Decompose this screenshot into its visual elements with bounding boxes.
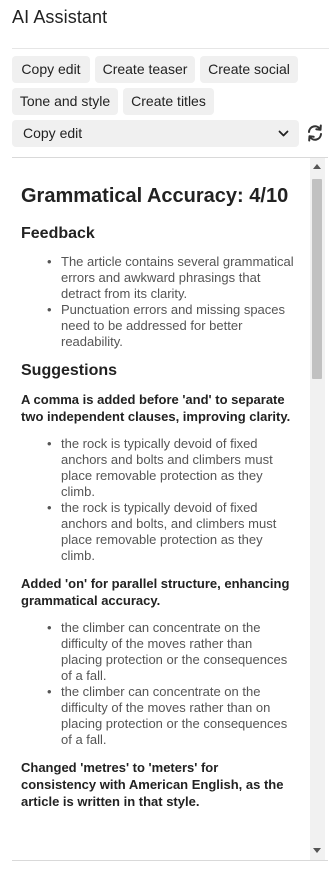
feedback-item: Punctuation errors and missing spaces ne… [47, 302, 297, 350]
refresh-icon[interactable] [305, 123, 325, 143]
feedback-list: The article contains several grammatical… [21, 254, 297, 350]
scroll-down-arrow-icon[interactable] [313, 848, 321, 853]
feedback-heading: Feedback [21, 225, 95, 242]
suggestion-title: Added 'on' for parallel structure, enhan… [21, 576, 290, 608]
header-divider [12, 48, 329, 49]
copy-edit-button[interactable]: Copy edit [12, 56, 90, 83]
mode-select-value: Copy edit [23, 125, 83, 141]
tone-and-style-button[interactable]: Tone and style [12, 88, 118, 115]
suggestion-item: the climber can concentrate on the diffi… [47, 620, 297, 684]
chevron-down-icon [278, 130, 289, 137]
feedback-item: The article contains several grammatical… [47, 254, 297, 302]
create-titles-button[interactable]: Create titles [123, 88, 214, 115]
suggestion-title: Changed 'metres' to 'meters' for consist… [21, 760, 284, 809]
result-panel[interactable]: Grammatical Accuracy: 4/10 Feedback The … [12, 158, 326, 860]
suggestion-item: the climber can concentrate on the diffi… [47, 684, 297, 748]
suggestion-list: the climber can concentrate on the diffi… [21, 620, 297, 748]
scrollbar-thumb[interactable] [312, 179, 322, 379]
suggestion-item: the rock is typically devoid of fixed an… [47, 500, 297, 564]
suggestion-title: A comma is added before 'and' to separat… [21, 392, 291, 424]
scroll-up-arrow-icon[interactable] [313, 164, 321, 169]
suggestion-item: the rock is typically devoid of fixed an… [47, 436, 297, 500]
result-heading: Grammatical Accuracy: 4/10 [21, 185, 289, 207]
mode-select[interactable]: Copy edit [12, 120, 299, 147]
result-content: Grammatical Accuracy: 4/10 Feedback The … [21, 182, 297, 821]
create-social-button[interactable]: Create social [200, 56, 298, 83]
result-panel-bottom-border [12, 860, 328, 861]
suggestion-list: the rock is typically devoid of fixed an… [21, 436, 297, 564]
app-title: AI Assistant [12, 7, 108, 27]
create-teaser-button[interactable]: Create teaser [95, 56, 195, 83]
suggestions-heading: Suggestions [21, 362, 118, 379]
